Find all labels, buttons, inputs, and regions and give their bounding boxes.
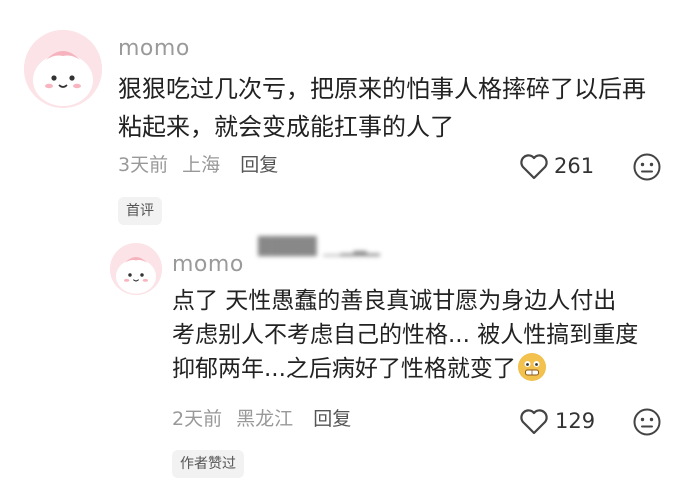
like-count: 129 xyxy=(555,409,596,433)
comment-meta: 3天前 上海 回复 xyxy=(118,156,278,175)
comment-time: 3天前 xyxy=(118,154,169,176)
author-liked-badge: 作者赞过 xyxy=(172,450,244,478)
reply-meta: 2天前 黑龙江 回复 xyxy=(172,410,351,429)
reply-content-wrap: 点了 天性愚蠢的善良真诚甘愿为身边人付出 考虑别人不考虑自己的性格... 被人性… xyxy=(172,284,682,386)
reply-location: 黑龙江 xyxy=(236,408,294,430)
heart-outline-icon[interactable] xyxy=(519,407,549,435)
reply-time: 2天前 xyxy=(172,408,223,430)
comment-location: 上海 xyxy=(182,154,221,176)
neutral-face-icon[interactable] xyxy=(632,152,662,182)
like-count: 261 xyxy=(554,154,595,178)
reply-content: 点了 天性愚蠢的善良真诚甘愿为身边人付出 考虑别人不考虑自己的性格... 被人性… xyxy=(172,288,639,382)
avatar[interactable] xyxy=(110,243,162,295)
heart-outline-icon[interactable] xyxy=(519,152,549,180)
reply-button[interactable]: 回复 xyxy=(313,408,351,430)
grimacing-face-emoji xyxy=(517,353,546,381)
reply-button[interactable]: 回复 xyxy=(240,154,278,176)
comment-content: 狠狠吃过几次亏，把原来的怕事人格摔碎了以后再 粘起来，就会变成能扛事的人了 xyxy=(118,75,646,141)
reply-username[interactable]: momo xyxy=(172,254,244,276)
pink-cartoon-avatar-icon xyxy=(110,243,162,295)
neutral-face-icon[interactable] xyxy=(632,407,662,437)
pink-cartoon-avatar-icon xyxy=(24,30,102,108)
blurred-text: ████▌__▁▂▁ xyxy=(258,237,380,257)
comment-username[interactable]: momo xyxy=(118,38,190,60)
avatar[interactable] xyxy=(24,30,102,108)
first-comment-badge: 首评 xyxy=(118,197,162,225)
